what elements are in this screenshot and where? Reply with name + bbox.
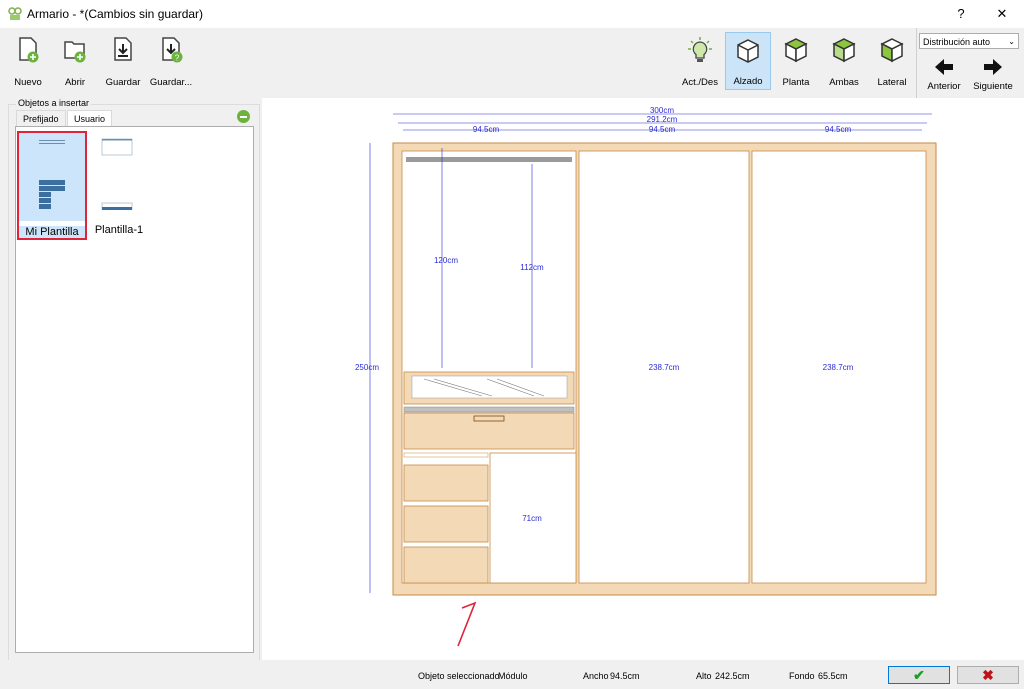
wardrobe-canvas[interactable]: 300cm 291.2cm 94.5cm 94.5cm 94.5cm 250cm… xyxy=(262,98,1024,660)
inner-width-label: 291.2cm xyxy=(647,115,678,124)
hanging-rail xyxy=(406,157,572,162)
template-mi-plantilla[interactable]: Mi Plantilla xyxy=(17,131,87,240)
arrow-right-icon xyxy=(984,59,1002,75)
arrow-left-icon xyxy=(935,59,953,75)
next-label: Siguiente xyxy=(973,81,1013,92)
distribution-select[interactable]: Distribución auto ⌄ xyxy=(919,33,1019,49)
height-label: 250cm xyxy=(355,363,379,372)
drawer[interactable] xyxy=(403,464,489,502)
toolbar-separator xyxy=(916,28,917,98)
save-icon xyxy=(114,37,132,61)
hang-120-label: 120cm xyxy=(434,256,458,265)
drawer-top[interactable] xyxy=(403,412,575,450)
chevron-down-icon: ⌄ xyxy=(1008,37,1015,46)
help-button[interactable]: ? xyxy=(938,0,984,28)
selected-object-value: Módulo xyxy=(498,671,528,681)
checkmark-icon: ✔ xyxy=(913,667,925,683)
objects-group-title: Objetos a insertar xyxy=(16,98,92,108)
hang-112-label: 112cm xyxy=(520,263,544,272)
template-thumbnail xyxy=(101,138,133,210)
width-value: 94.5cm xyxy=(610,671,640,681)
template-name: Plantilla-1 xyxy=(94,224,144,236)
templates-pane: Mi Plantilla Plantilla-1 xyxy=(15,126,254,653)
cube-side-icon xyxy=(880,38,904,63)
height-value: 242.5cm xyxy=(715,671,750,681)
cancel-button[interactable]: ✖ xyxy=(957,666,1019,684)
cube-top-icon xyxy=(784,38,808,63)
depth-value: 65.5cm xyxy=(818,671,848,681)
wardrobe-elevation[interactable]: 300cm 291.2cm 94.5cm 94.5cm 94.5cm 250cm… xyxy=(262,98,1024,660)
template-thumbnail xyxy=(19,133,85,221)
cube-both-icon xyxy=(832,38,856,63)
toolbar: Nuevo Abrir Guardar ? Guardar... Act./De… xyxy=(0,28,1024,98)
lightbulb-icon xyxy=(688,37,712,62)
lateral-button[interactable]: Lateral xyxy=(869,32,915,90)
width-label: Ancho xyxy=(583,671,609,681)
cross-icon: ✖ xyxy=(982,667,994,683)
shelf xyxy=(403,452,489,458)
close-button[interactable]: ✕ xyxy=(979,0,1024,28)
save-as-button[interactable]: ? Guardar... xyxy=(148,32,194,90)
height-status-label: Alto xyxy=(696,671,712,681)
template-plantilla-1[interactable]: Plantilla-1 xyxy=(86,133,152,236)
remove-template-icon[interactable] xyxy=(237,110,250,123)
save-as-label: Guardar... xyxy=(149,77,193,88)
save-as-icon: ? xyxy=(162,37,183,63)
new-file-icon xyxy=(19,37,39,63)
distribution-value: Distribución auto xyxy=(923,37,991,47)
open-folder-icon xyxy=(64,41,86,63)
door-3-height-label: 238.7cm xyxy=(823,363,854,372)
drawer[interactable] xyxy=(403,505,489,543)
title-bar: Armario - *(Cambios sin guardar) ? ✕ xyxy=(0,0,1024,28)
total-width-label: 300cm xyxy=(650,106,674,115)
cube-front-icon xyxy=(737,39,759,63)
depth-label: Fondo xyxy=(789,671,815,681)
svg-text:?: ? xyxy=(175,54,180,63)
template-name: Mi Plantilla xyxy=(19,226,85,238)
app-icon xyxy=(8,7,22,20)
objects-panel: Objetos a insertar Prefijado Usuario Mi … xyxy=(0,98,262,662)
module-width-2-label: 94.5cm xyxy=(649,125,676,134)
annotation-arrow xyxy=(457,601,477,647)
drawer[interactable] xyxy=(403,546,489,584)
lower-height-label: 71cm xyxy=(522,514,542,523)
selected-object-label: Objeto seleccionado xyxy=(418,671,500,681)
previous-label: Anterior xyxy=(927,81,961,92)
module-width-1-label: 94.5cm xyxy=(473,125,500,134)
door-2-height-label: 238.7cm xyxy=(649,363,680,372)
previous-button[interactable]: Anterior xyxy=(919,54,969,94)
module-width-3-label: 94.5cm xyxy=(825,125,852,134)
next-button[interactable]: Siguiente xyxy=(968,54,1018,94)
status-bar: Objeto seleccionado Módulo Ancho 94.5cm … xyxy=(0,660,1024,689)
shelf xyxy=(403,406,575,413)
ok-button[interactable]: ✔ xyxy=(888,666,950,684)
window-title: Armario - *(Cambios sin guardar) xyxy=(27,7,204,21)
